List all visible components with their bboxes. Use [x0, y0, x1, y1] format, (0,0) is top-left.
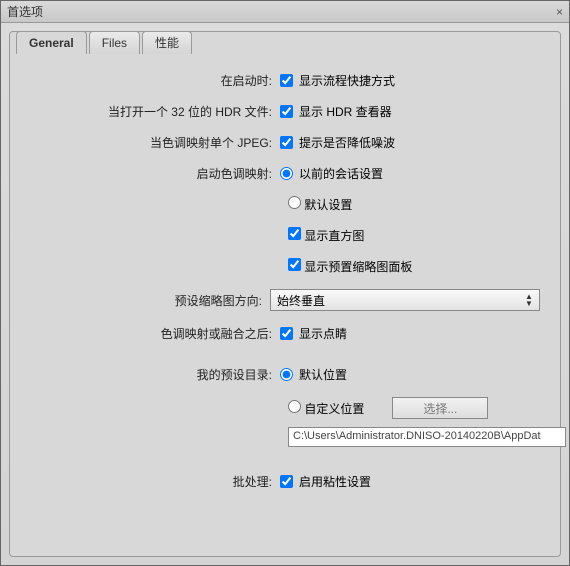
tab-performance[interactable]: 性能	[142, 31, 192, 54]
radio-prev-session-input[interactable]	[280, 167, 293, 180]
checkbox-prompt-noise[interactable]: 提示是否降低噪波	[280, 134, 395, 151]
label-single-jpeg: 当色调映射单个 JPEG:	[30, 134, 280, 151]
client-area: General Files 性能 在启动时: 显示流程快捷方式 当打开一个 32…	[1, 23, 569, 565]
chk-prompt-noise-input[interactable]	[280, 136, 293, 149]
radio-custom-location-input[interactable]	[288, 400, 301, 413]
titlebar: 首选项 ×	[1, 1, 569, 23]
radio-default-settings-input[interactable]	[288, 196, 301, 209]
radio-default-location-input[interactable]	[280, 368, 293, 381]
window-title: 首选项	[7, 3, 43, 20]
radio-prev-session[interactable]: 以前的会话设置	[280, 165, 383, 182]
chk-show-finish-input[interactable]	[280, 327, 293, 340]
label-orientation: 预设缩略图方向:	[30, 292, 270, 309]
tab-strip: General Files 性能	[16, 31, 194, 54]
label-preset-dir: 我的预设目录:	[30, 366, 280, 383]
radio-custom-location[interactable]: 自定义位置	[288, 400, 364, 417]
radio-default-location[interactable]: 默认位置	[280, 366, 347, 383]
checkbox-show-preset-panel[interactable]: 显示预置缩略图面板	[288, 258, 412, 275]
chk-show-workflow-input[interactable]	[280, 74, 293, 87]
checkbox-show-histogram[interactable]: 显示直方图	[288, 227, 364, 244]
select-orientation[interactable]: 始终垂直 ▲▼	[270, 289, 540, 311]
tab-general[interactable]: General	[16, 31, 87, 54]
label-on-startup: 在启动时:	[30, 72, 280, 89]
panel-general: 在启动时: 显示流程快捷方式 当打开一个 32 位的 HDR 文件: 显示 HD…	[10, 32, 560, 556]
checkbox-show-workflow[interactable]: 显示流程快捷方式	[280, 72, 395, 89]
label-after-tone: 色调映射或融合之后:	[30, 325, 280, 342]
tab-container: General Files 性能 在启动时: 显示流程快捷方式 当打开一个 32…	[9, 31, 561, 557]
checkbox-show-finish[interactable]: 显示点睛	[280, 325, 347, 342]
browse-button[interactable]: 选择...	[392, 397, 488, 419]
chk-enable-sticky-input[interactable]	[280, 475, 293, 488]
chk-hdr-viewer-input[interactable]	[280, 105, 293, 118]
label-open-hdr: 当打开一个 32 位的 HDR 文件:	[30, 103, 280, 120]
checkbox-show-hdr-viewer[interactable]: 显示 HDR 查看器	[280, 103, 392, 120]
updown-arrows-icon: ▲▼	[523, 290, 535, 310]
close-icon[interactable]: ×	[556, 5, 563, 19]
radio-default-settings[interactable]: 默认设置	[288, 196, 352, 213]
checkbox-enable-sticky[interactable]: 启用粘性设置	[280, 473, 371, 490]
chk-show-preset-panel-input[interactable]	[288, 258, 301, 271]
label-start-tone: 启动色调映射:	[30, 165, 280, 182]
preset-path-field[interactable]: C:\Users\Administrator.DNISO-20140220B\A…	[288, 427, 566, 447]
preferences-window: 首选项 × General Files 性能 在启动时: 显示流程快捷方式	[0, 0, 570, 566]
label-batch: 批处理:	[30, 473, 280, 490]
chk-show-histogram-input[interactable]	[288, 227, 301, 240]
tab-files[interactable]: Files	[89, 31, 140, 54]
